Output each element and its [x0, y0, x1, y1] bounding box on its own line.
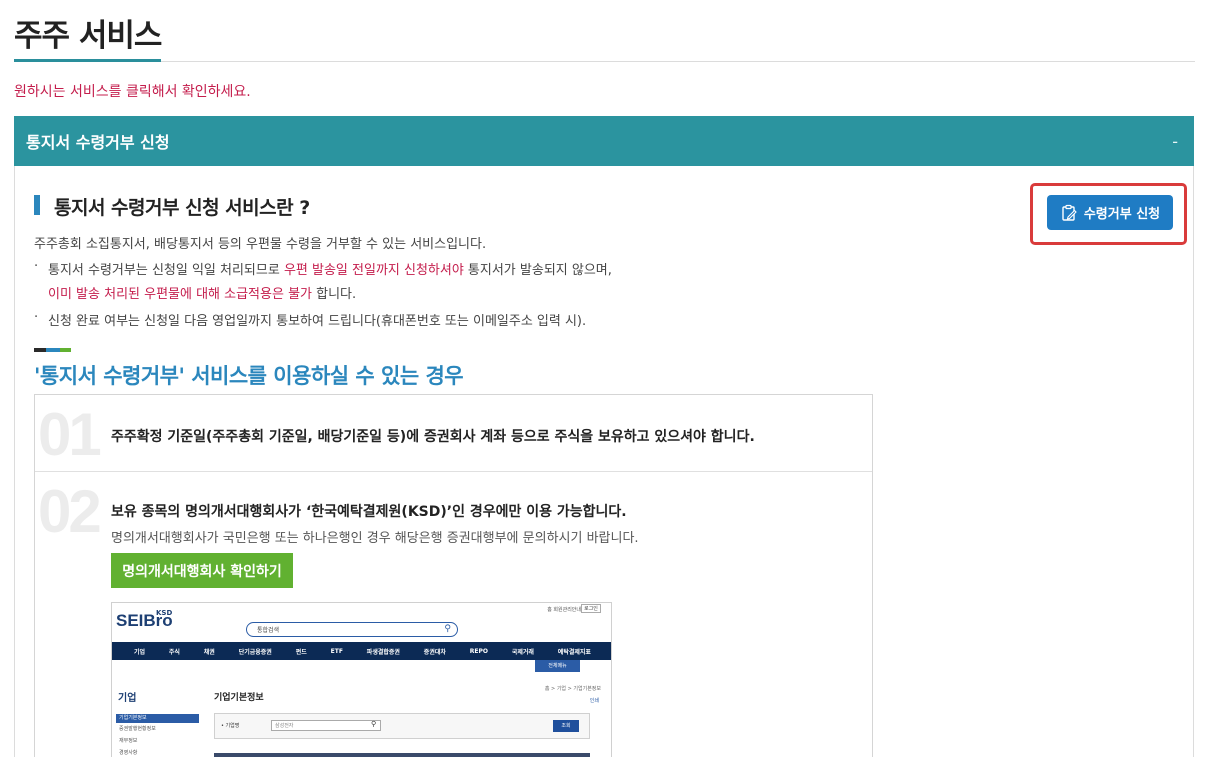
lnb-item: 경영사항	[119, 750, 138, 756]
case-number: 02	[38, 478, 102, 545]
mock-search-form: • 기업명 삼성전자 ⚲ 조회	[214, 713, 590, 739]
search-icon: ⚲	[371, 720, 377, 728]
bullet-1-line-2: 이미 발송 처리된 우편물에 대해 소급적용은 불가 합니다.	[48, 287, 357, 302]
lnb-item: 기업기본정보	[116, 714, 199, 723]
case-text: 주주확정 기준일(주주총회 기준일, 배당기준일 등)에 증권회사 계좌 등으로…	[111, 429, 755, 445]
deco-bar	[60, 348, 71, 352]
bullet-1: 통지서 수령거부는 신청일 익일 처리되므로 우편 발송일 전일까지 신청하셔야…	[48, 263, 612, 278]
form-input: 삼성전자	[271, 720, 381, 731]
nav-item: 단기금융증권	[238, 648, 272, 656]
mock-table-header	[214, 753, 590, 757]
lnb-item: 증권발행현황정보	[119, 726, 156, 732]
lnb-title: 기업	[118, 693, 137, 704]
nav-item: 주식	[168, 648, 180, 656]
case-number: 01	[38, 401, 102, 468]
guide-text: 원하시는 서비스를 클릭해서 확인하세요.	[14, 84, 251, 100]
mock-search-box: 통합검색 ⚲	[246, 622, 458, 637]
bullet-mark: ·	[34, 310, 39, 325]
accordion-header[interactable]: 통지서 수령거부 신청 -	[14, 116, 1194, 166]
nav-item: 국제거래	[511, 648, 534, 656]
nav-item: 기업	[133, 648, 145, 656]
form-search-button: 조회	[553, 720, 579, 732]
all-menu-button: 전체메뉴	[535, 660, 580, 672]
nav-item: 증권대차	[423, 648, 446, 656]
collapse-icon[interactable]: -	[1172, 132, 1178, 151]
page-title: 주주 서비스	[14, 18, 162, 54]
seibro-screenshot: SEIBro KSD 홈 회원관리안내 로그인 통합검색 ⚲ 기업 주식 채권 …	[111, 602, 612, 757]
highlight-text: 이미 발송 처리된 우편물에 대해 소급적용은 불가	[48, 287, 312, 302]
title-underline	[14, 59, 161, 62]
nav-item: 펀드	[295, 648, 307, 656]
nav-item: 예탁결제지표	[557, 648, 591, 656]
mock-print-link: 인쇄	[589, 698, 599, 704]
refusal-apply-button[interactable]: 수령거부 신청	[1047, 195, 1173, 230]
case-divider	[35, 471, 872, 472]
apply-button-label: 수령거부 신청	[1083, 207, 1161, 222]
lnb-item: 재무정보	[119, 738, 138, 744]
case-subtext: 명의개서대행회사가 국민은행 또는 하나은행인 경우 해당은행 증권대행부에 문…	[111, 531, 639, 546]
login-button: 로그인	[581, 604, 601, 613]
accordion-title: 통지서 수령거부 신청	[26, 133, 170, 152]
section-marker	[34, 195, 40, 215]
clipboard-edit-icon	[1062, 204, 1077, 221]
top-links: 홈 회원관리안내	[547, 607, 581, 613]
bullet-mark: ·	[34, 259, 39, 274]
nav-item: 파생결합증권	[366, 648, 400, 656]
deco-bar	[34, 348, 46, 352]
bullet-2: 신청 완료 여부는 신청일 다음 영업일까지 통보하여 드립니다(휴대폰번호 또…	[48, 314, 587, 329]
deco-bar	[46, 348, 60, 352]
check-agent-button[interactable]: 명의개서대행회사 확인하기	[111, 553, 293, 588]
title-divider	[14, 61, 1195, 62]
case-text: 보유 종목의 명의개서대행회사가 ‘한국예탁결제원(KSD)’인 경우에만 이용…	[111, 504, 627, 520]
highlight-text: 우편 발송일 전일까지 신청하셔야	[283, 263, 464, 278]
search-select: 통합검색	[257, 627, 280, 634]
nav-item: 채권	[203, 648, 215, 656]
ksd-logo: KSD	[156, 609, 173, 617]
mock-content-title: 기업기본정보	[214, 693, 264, 703]
search-icon: ⚲	[444, 624, 451, 634]
mock-breadcrumb: 홈 > 기업 > 기업기본정보	[544, 686, 601, 692]
usage-title: '통지서 수령거부' 서비스를 이용하실 수 있는 경우	[34, 364, 464, 388]
section-title: 통지서 수령거부 신청 서비스란 ?	[54, 197, 310, 219]
nav-item: REPO	[469, 647, 488, 655]
mock-nav-bar: 기업 주식 채권 단기금융증권 펀드 ETF 파생결합증권 증권대차 REPO …	[112, 642, 611, 660]
form-label: • 기업명	[221, 723, 240, 729]
nav-item: ETF	[330, 647, 343, 655]
intro-text: 주주총회 소집통지서, 배당통지서 등의 우편물 수령을 거부할 수 있는 서비…	[34, 237, 487, 252]
